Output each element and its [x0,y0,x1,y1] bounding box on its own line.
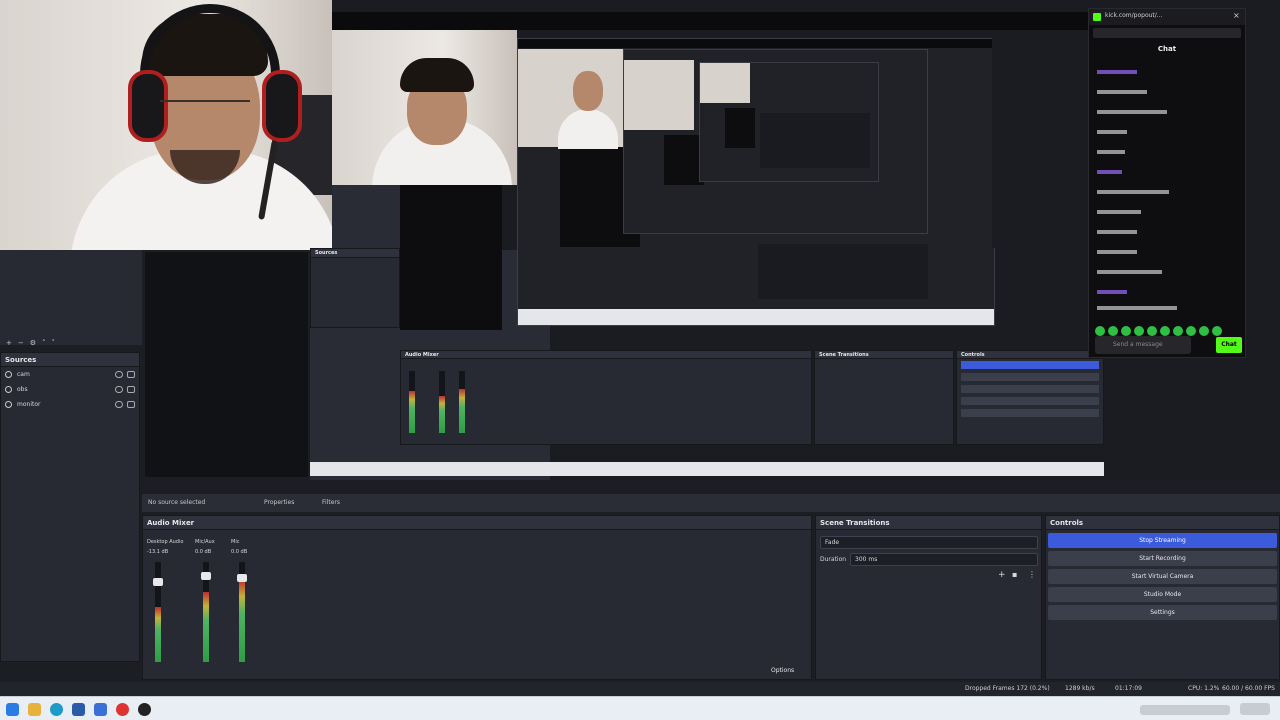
add-icon[interactable]: + [6,339,12,347]
close-icon[interactable]: × [1233,11,1240,20]
transition-select[interactable]: Fade [820,536,1038,549]
mail-icon[interactable] [94,703,107,716]
audio-mixer-dock: Audio Mixer Desktop Audio -13.1 dB Mic/A… [142,515,812,680]
audio-mixer-title: Audio Mixer [143,516,811,530]
level-meter [239,580,245,662]
lock-icon[interactable] [127,401,135,408]
gear-icon[interactable]: ⚙ [30,339,36,347]
no-source-label: No source selected [148,499,206,506]
bitrate: 1289 kb/s [1065,685,1095,692]
sources-dock: Sources cam obs monitor [0,352,140,662]
volume-fader[interactable] [237,574,247,582]
status-bar: Dropped Frames 172 (0.2%) 1289 kb/s 01:1… [0,682,1280,696]
transitions-title: Scene Transitions [816,516,1041,530]
chevron-down-icon[interactable]: ˅ [52,339,56,347]
properties-button[interactable]: Properties [264,499,294,506]
source-item-obs[interactable]: obs [1,382,139,397]
trash-icon[interactable]: ▪ [1012,570,1017,579]
chat-send-button[interactable]: Chat [1216,337,1242,353]
source-item-monitor[interactable]: monitor [1,397,139,412]
eye-icon[interactable] [115,371,123,378]
eye-icon[interactable] [115,401,123,408]
settings-button[interactable]: Settings [1048,605,1277,620]
channel-label: Mic/Aux [195,539,215,545]
scenes-dock [0,250,142,345]
chevron-up-icon[interactable]: ˄ [42,339,46,347]
chat-messages [1089,64,1245,314]
filters-button[interactable]: Filters [322,499,340,506]
mixer-channel-mic[interactable]: Mic 0.0 dB [229,532,265,662]
stream-time: 01:17:09 [1115,685,1142,692]
chat-titlebar: kick.com/popout/... × [1089,9,1245,25]
channel-db: 0.0 dB [195,549,212,555]
taskbar [0,696,1280,720]
volume-fader[interactable] [201,572,211,580]
mic-icon [5,386,12,393]
fps-readout: 60.00 / 60.00 FPS [1222,685,1275,692]
stop-streaming-button[interactable]: Stop Streaming [1048,533,1277,548]
tray-icons[interactable] [1140,705,1230,715]
dropped-frames: Dropped Frames 172 (0.2%) [965,685,1050,692]
duration-label: Duration [820,556,847,563]
mixer-channel-desktop[interactable]: Desktop Audio -13.1 dB [145,532,185,662]
windows-start-icon[interactable] [6,703,19,716]
camera-icon [5,371,12,378]
sources-title: Sources [1,353,139,367]
level-meter [203,592,209,662]
remove-icon[interactable]: − [18,339,24,347]
mixer-channel-mic-aux[interactable]: Mic/Aux 0.0 dB [193,532,229,662]
source-label: monitor [17,401,41,408]
studio-mode-button[interactable]: Studio Mode [1048,587,1277,602]
chat-input[interactable]: Send a message [1095,336,1191,354]
lock-icon[interactable] [127,371,135,378]
monitor-icon [5,401,12,408]
webcam-feed [0,0,332,250]
emote-bar[interactable] [1095,320,1241,336]
app-icon[interactable] [72,703,85,716]
source-label: cam [17,371,30,378]
transitions-dock: Scene Transitions Fade Duration 300 ms +… [815,515,1042,680]
chat-address: kick.com/popout/... [1105,12,1163,19]
mixer-options[interactable]: Options [771,667,794,674]
source-item-cam[interactable]: cam [1,367,139,382]
edge-icon[interactable] [50,703,63,716]
kick-logo-icon [1093,13,1101,21]
preview-canvas[interactable] [145,252,308,477]
chat-header: Chat [1157,45,1177,53]
controls-title: Controls [1046,516,1279,530]
eye-icon[interactable] [115,386,123,393]
channel-db: -13.1 dB [147,549,169,555]
scenes-toolbar: + − ⚙ ˄ ˅ [2,336,140,350]
cpu-usage: CPU: 1.2% [1188,685,1220,692]
add-icon[interactable]: + [998,570,1006,580]
channel-db: 0.0 dB [231,549,248,555]
level-meter [155,607,161,662]
start-virtual-camera-button[interactable]: Start Virtual Camera [1048,569,1277,584]
chat-input-placeholder: Send a message [1113,341,1163,348]
volume-fader[interactable] [153,578,163,586]
lock-icon[interactable] [127,386,135,393]
more-icon[interactable]: ⋮ [1028,570,1036,579]
properties-bar: No source selected Properties Filters [142,494,1280,512]
duration-input[interactable]: 300 ms [850,553,1038,566]
chrome-icon[interactable] [116,703,129,716]
start-recording-button[interactable]: Start Recording [1048,551,1277,566]
source-label: obs [17,386,28,393]
obs-icon[interactable] [138,703,151,716]
chat-url-bar[interactable] [1093,28,1241,38]
clock[interactable] [1240,703,1270,715]
channel-label: Mic [231,539,240,545]
screen: Sources Audio Mixer Scene Transitions Co… [0,0,1280,720]
folder-icon[interactable] [28,703,41,716]
chat-window: kick.com/popout/... × Chat Send a messag… [1088,8,1246,358]
controls-dock: Controls Stop Streaming Start Recording … [1045,515,1280,680]
channel-label: Desktop Audio [147,539,184,545]
